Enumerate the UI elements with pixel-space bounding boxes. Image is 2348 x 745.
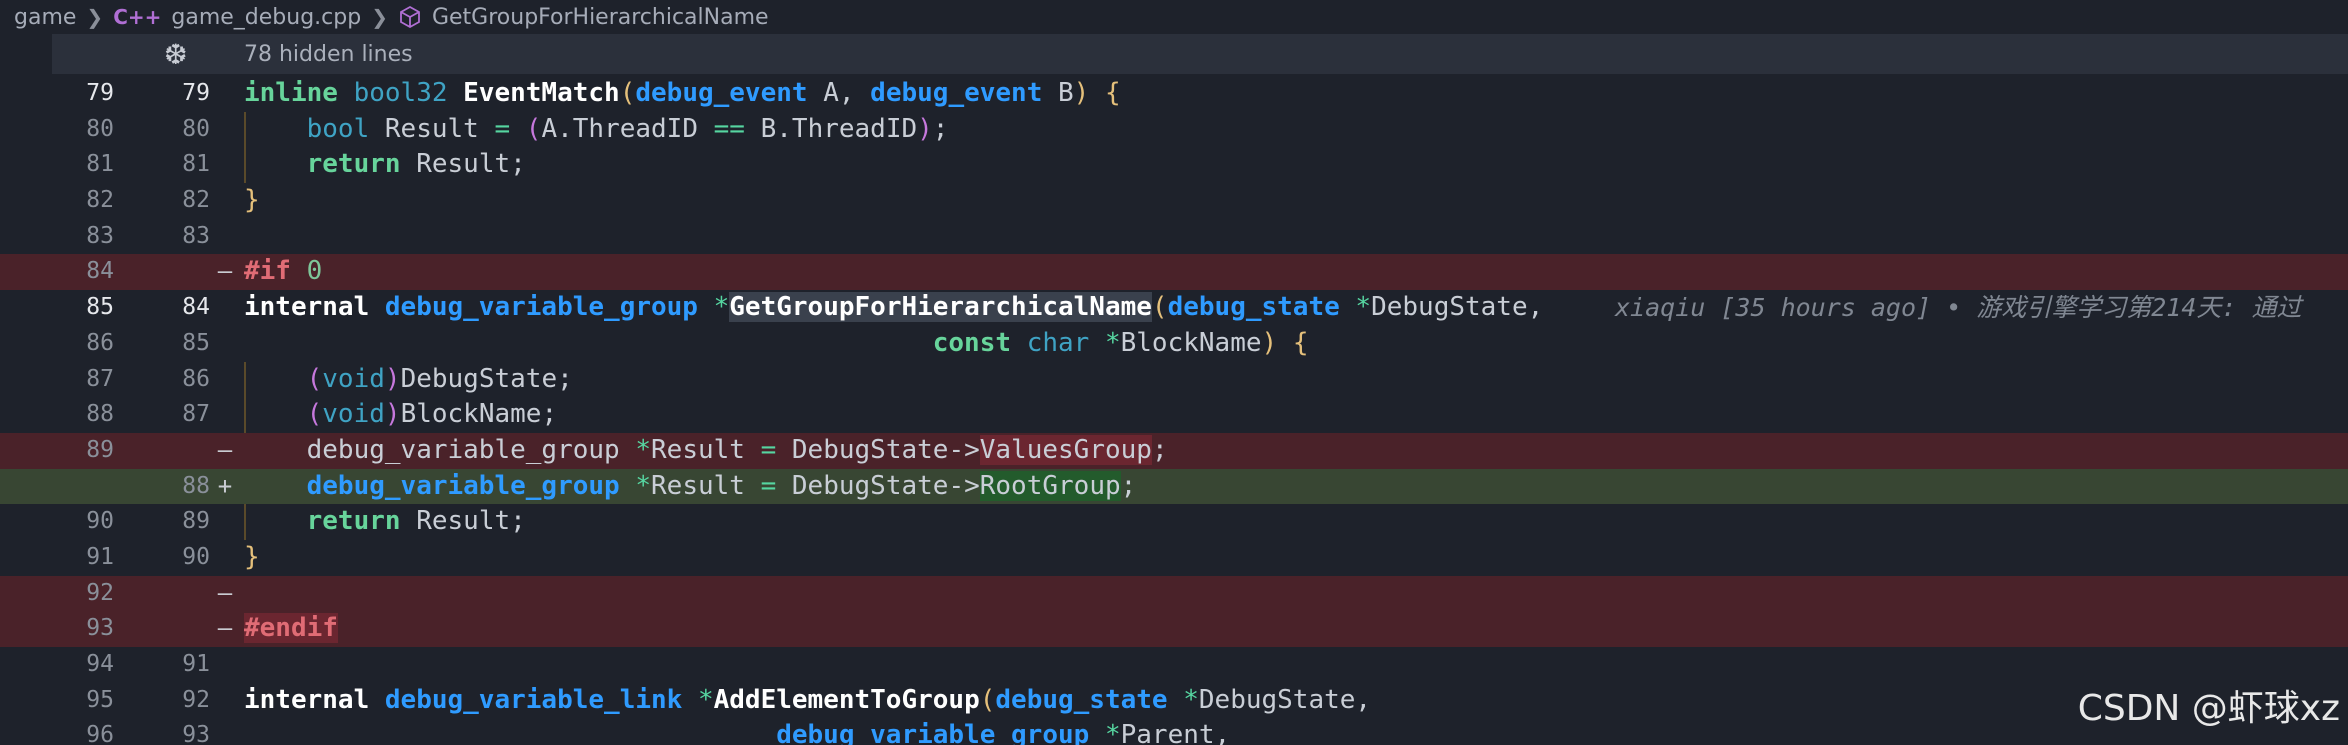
code-line[interactable]: 83 83 xyxy=(0,219,2348,255)
code-line[interactable]: 88 87 (void)BlockName; xyxy=(0,397,2348,433)
hidden-lines-bar[interactable]: ❆ 78 hidden lines xyxy=(52,34,2348,74)
new-line-number: 87 xyxy=(182,401,210,428)
breadcrumb-folder[interactable]: game xyxy=(14,5,76,30)
code-line[interactable]: 95 92 internal debug_variable_link *AddE… xyxy=(0,683,2348,719)
deleted-marker: — xyxy=(217,435,233,464)
diff-editor[interactable]: 79 79 inline bool32 EventMatch(debug_eve… xyxy=(0,76,2348,745)
code-line[interactable]: 94 91 xyxy=(0,647,2348,683)
new-line-number: 82 xyxy=(182,187,210,214)
breadcrumb-file[interactable]: game_debug.cpp xyxy=(171,5,361,30)
code-line[interactable]: 81 81 return Result; xyxy=(0,147,2348,184)
old-line-number: 94 xyxy=(86,651,114,677)
cpp-file-icon: C++ xyxy=(113,5,162,29)
code-text: inline bool32 EventMatch(debug_event A, … xyxy=(244,78,1121,108)
new-line-number: 88 xyxy=(182,472,210,499)
cube-symbol-icon xyxy=(400,5,420,29)
deleted-line[interactable]: 84 — #if 0 xyxy=(0,254,2348,291)
code-line[interactable]: 91 90 } xyxy=(0,540,2348,576)
new-line-number: 80 xyxy=(182,115,210,142)
old-line-number: 84 xyxy=(86,258,114,285)
old-line-number: 93 xyxy=(86,615,114,642)
new-line-number: 86 xyxy=(182,365,210,392)
code-text: debug_variable_group *Parent, xyxy=(776,720,1231,745)
code-line[interactable]: 96 93 debug_variable_group *Parent, xyxy=(0,718,2348,745)
old-line-number: 89 xyxy=(86,436,114,463)
added-marker: + xyxy=(217,471,233,500)
old-line-number: 86 xyxy=(86,329,114,356)
code-text: internal debug_variable_link *AddElement… xyxy=(244,684,1372,715)
code-line[interactable]: 90 89 return Result; xyxy=(0,504,2348,540)
code-line[interactable]: 85 84 internal debug_variable_group *Get… xyxy=(0,290,2348,326)
deleted-marker: — xyxy=(217,614,233,643)
breadcrumb-symbol[interactable]: GetGroupForHierarchicalName xyxy=(432,5,769,30)
new-line-number: 92 xyxy=(182,686,210,713)
code-line[interactable]: 87 86 (void)DebugState; xyxy=(0,361,2348,398)
new-line-number: 90 xyxy=(182,543,210,570)
old-line-number: 80 xyxy=(86,115,114,142)
code-text: return Result; xyxy=(306,506,526,537)
new-line-number: 79 xyxy=(182,80,210,106)
old-line-number: 85 xyxy=(86,294,114,321)
old-line-number: 87 xyxy=(86,365,114,392)
deleted-line[interactable]: 89 — debug_variable_group *Result = Debu… xyxy=(0,432,2348,469)
expand-hidden-lines-icon[interactable]: ❆ xyxy=(164,38,187,71)
breadcrumb: game ❯ C++ game_debug.cpp ❯ GetGroupForH… xyxy=(0,0,2348,34)
old-line-number: 81 xyxy=(86,151,114,178)
deleted-line[interactable]: 92 — xyxy=(0,575,2348,612)
code-line[interactable]: 82 82 } xyxy=(0,183,2348,219)
old-line-number: 92 xyxy=(86,579,114,606)
new-line-number: 89 xyxy=(182,508,210,535)
code-text: #endif xyxy=(244,613,338,644)
code-text: (void)BlockName; xyxy=(306,399,558,430)
old-line-number: 88 xyxy=(86,401,114,428)
old-line-number: 90 xyxy=(86,508,114,535)
code-text: debug_variable_group *Result = DebugStat… xyxy=(306,470,1137,501)
chevron-right-icon: ❯ xyxy=(371,5,388,29)
new-line-number: 81 xyxy=(182,151,210,178)
old-line-number: 96 xyxy=(86,722,114,745)
code-text: internal debug_variable_group *GetGroupF… xyxy=(244,292,1544,323)
git-blame-annotation[interactable]: xiaqiu [35 hours ago] • 游戏引擎学习第214天: 通过 xyxy=(1615,290,2302,326)
new-line-number: 83 xyxy=(182,222,210,249)
deleted-marker: — xyxy=(217,257,233,286)
old-line-number: 83 xyxy=(86,222,114,249)
code-text: return Result; xyxy=(306,149,526,180)
code-text: } xyxy=(244,185,260,216)
code-line[interactable]: 79 79 inline bool32 EventMatch(debug_eve… xyxy=(0,76,2348,112)
hidden-lines-label: 78 hidden lines xyxy=(244,41,413,67)
code-text: bool Result = (A.ThreadID == B.ThreadID)… xyxy=(306,113,949,144)
watermark: CSDN @虾球xz xyxy=(2077,688,2340,729)
deleted-line[interactable]: 93 — #endif xyxy=(0,611,2348,647)
old-line-number: 79 xyxy=(86,80,114,106)
code-text: #if 0 xyxy=(244,256,323,287)
old-line-number: 95 xyxy=(86,686,114,713)
code-text: const char *BlockName) { xyxy=(932,327,1309,358)
new-line-number: 93 xyxy=(182,722,210,745)
chevron-right-icon: ❯ xyxy=(86,5,104,29)
old-line-number: 82 xyxy=(86,187,114,214)
code-text: } xyxy=(244,541,260,572)
code-line[interactable]: 80 80 bool Result = (A.ThreadID == B.Thr… xyxy=(0,111,2348,148)
added-line[interactable]: 88 + debug_variable_group *Result = Debu… xyxy=(0,468,2348,505)
code-text: debug_variable_group *Result = DebugStat… xyxy=(306,434,1168,465)
code-text: (void)DebugState; xyxy=(306,363,573,394)
new-line-number: 84 xyxy=(182,294,210,321)
deleted-marker: — xyxy=(217,578,233,607)
code-line[interactable]: 86 85 const char *BlockName) { xyxy=(0,326,2348,362)
new-line-number: 85 xyxy=(182,329,210,356)
old-line-number: 91 xyxy=(86,543,114,570)
new-line-number: 91 xyxy=(182,651,210,677)
